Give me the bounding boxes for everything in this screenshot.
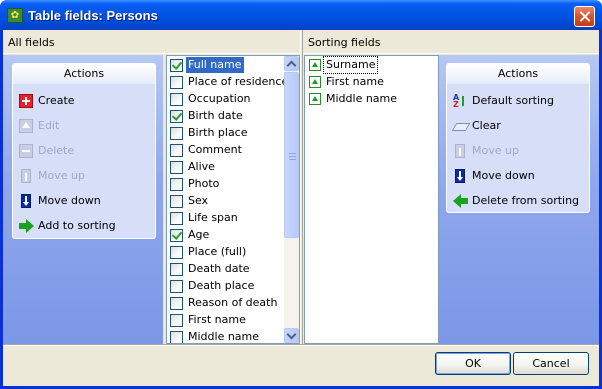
field-checkbox[interactable] (170, 280, 183, 293)
sorting-label: First name (326, 75, 384, 88)
sort-ascending-icon[interactable] (309, 59, 321, 71)
title-bar[interactable]: ✿ Table fields: Persons (0, 0, 602, 30)
move-up-label: Move up (472, 144, 519, 157)
close-button[interactable] (574, 6, 595, 27)
field-checkbox[interactable] (170, 110, 183, 123)
actions-title: Actions (13, 64, 155, 84)
field-label: Occupation (188, 92, 251, 105)
field-label: Life span (188, 211, 238, 224)
field-label: First name (188, 313, 246, 326)
move-down-label: Move down (472, 169, 535, 182)
delete-label: Delete (38, 144, 75, 157)
grip-icon (289, 153, 296, 160)
right-actions-panel: Actions AZ Default sorting Clear Move up… (446, 63, 590, 213)
sorting-fields-list[interactable]: Surname First name Middle name (304, 55, 439, 344)
create-icon (19, 94, 33, 108)
create-label: Create (38, 94, 75, 107)
move-down-icon (455, 169, 465, 183)
panel-splitter[interactable] (300, 30, 303, 344)
sorting-label: Surname (322, 56, 379, 74)
field-checkbox[interactable] (170, 263, 183, 276)
field-checkbox[interactable] (170, 144, 183, 157)
edit-label: Edit (38, 119, 60, 132)
field-checkbox[interactable] (170, 229, 183, 242)
field-label: Full name (186, 57, 244, 73)
ok-button[interactable]: OK (435, 352, 511, 375)
fields-scrollbar[interactable] (284, 56, 299, 343)
field-checkbox[interactable] (170, 246, 183, 259)
sort-ascending-icon[interactable] (309, 93, 321, 105)
scroll-up-button[interactable] (284, 56, 299, 71)
button-bar-divider (3, 344, 599, 346)
sorting-fields-header: Sorting fields (303, 34, 599, 54)
field-label: Place of residence (188, 75, 289, 88)
scroll-down-button[interactable] (284, 328, 299, 343)
window-title: Table fields: Persons (28, 8, 158, 23)
dialog-client-area: All fields Sorting fields Actions Create… (3, 30, 599, 386)
field-checkbox[interactable] (170, 331, 183, 343)
field-label: Reason of death (188, 296, 278, 309)
sorting-label: Middle name (326, 92, 398, 105)
field-checkbox[interactable] (170, 76, 183, 89)
all-fields-list[interactable]: Full name Place of residence Occupation … (166, 55, 300, 344)
field-checkbox[interactable] (170, 127, 183, 140)
field-label: Age (188, 228, 210, 241)
field-label: Birth date (188, 109, 243, 122)
sort-ascending-icon[interactable] (309, 76, 321, 88)
field-label: Comment (188, 143, 242, 156)
field-label: Sex (188, 194, 209, 207)
default-sorting-label: Default sorting (472, 94, 554, 107)
field-checkbox[interactable] (170, 195, 183, 208)
field-label: Death date (188, 262, 250, 275)
field-checkbox[interactable] (170, 297, 183, 310)
field-label: Death place (188, 279, 255, 292)
move-down-label: Move down (38, 194, 101, 207)
clear-icon (453, 119, 467, 133)
delete-from-sorting-icon (453, 194, 468, 208)
move-up-icon (455, 144, 465, 158)
default-sorting-icon: AZ (453, 94, 467, 109)
field-label: Alive (188, 160, 215, 173)
left-actions-panel: Actions Create Edit Delete Move up Move … (12, 63, 156, 239)
field-label: Photo (188, 177, 220, 190)
actions-title: Actions (447, 64, 589, 84)
add-to-sorting-label: Add to sorting (38, 219, 116, 232)
field-checkbox[interactable] (170, 212, 183, 225)
app-icon: ✿ (7, 8, 23, 23)
clear-label: Clear (472, 119, 501, 132)
add-to-sorting-icon (19, 219, 34, 233)
field-checkbox[interactable] (170, 314, 183, 327)
field-checkbox[interactable] (170, 178, 183, 191)
move-up-label: Move up (38, 169, 85, 182)
scroll-thumb[interactable] (284, 72, 299, 238)
cancel-button[interactable]: Cancel (513, 352, 589, 375)
move-down-icon (21, 194, 31, 208)
field-checkbox[interactable] (170, 93, 183, 106)
edit-icon (19, 119, 33, 133)
move-up-icon (21, 169, 31, 183)
field-checkbox[interactable] (170, 59, 183, 72)
field-checkbox[interactable] (170, 161, 183, 174)
all-fields-header: All fields (3, 34, 300, 54)
delete-from-sorting-label: Delete from sorting (472, 194, 580, 207)
dialog-window: ✿ Table fields: Persons All fields Sorti… (0, 0, 602, 389)
field-label: Place (full) (188, 245, 247, 258)
field-label: Birth place (188, 126, 248, 139)
field-label: Middle name (188, 330, 260, 343)
delete-icon (19, 144, 33, 158)
